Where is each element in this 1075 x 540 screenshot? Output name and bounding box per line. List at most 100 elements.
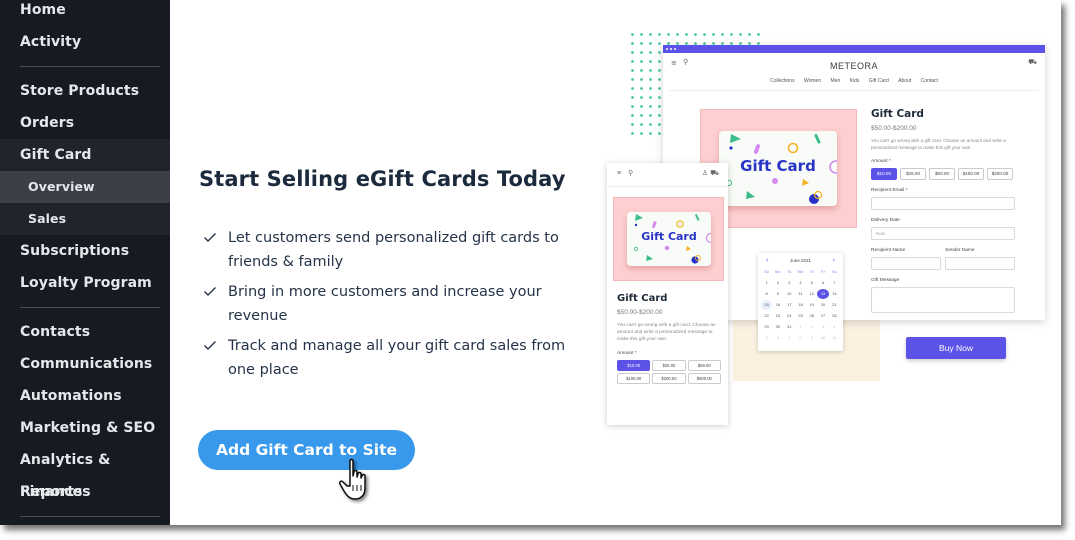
calendar-day: 31 — [786, 324, 792, 329]
calendar-day: 10 — [786, 291, 792, 296]
sender-name-field — [945, 257, 1015, 270]
product-price: $50.00-$200.00 — [871, 125, 917, 132]
calendar-day: 5 — [810, 280, 813, 285]
calendar-day: 10 — [820, 335, 826, 340]
recipient-name-label: Recipient Name — [871, 248, 906, 253]
calendar-day: 20 — [820, 302, 826, 307]
recipient-name-field — [871, 257, 941, 270]
sidebar-divider — [20, 516, 160, 517]
sidebar-item-contacts[interactable]: Contacts — [0, 316, 170, 348]
nav-item: Gift Card — [868, 78, 889, 84]
amount-label: Amount * — [617, 351, 637, 356]
store-header: ≡ ⚲ METEORA Collections Women Men Kids G… — [669, 53, 1039, 91]
sidebar-divider — [20, 307, 160, 308]
calendar-day: 12 — [809, 291, 814, 296]
product-details: Gift Card $50.00-$200.00 You can't go wr… — [871, 108, 1031, 313]
search-icon: ⚲ — [628, 170, 634, 177]
calendar-day: 8 — [765, 291, 768, 296]
calendar-day: 5 — [765, 335, 768, 340]
recipient-email-field — [871, 197, 1015, 210]
calendar-day: 29 — [764, 324, 769, 329]
calendar-weekday: Mo — [775, 269, 781, 274]
amount-option: $200.00 — [987, 168, 1013, 180]
sidebar-item-loyalty-program[interactable]: Loyalty Program — [0, 267, 170, 299]
amount-option: $500.00 — [687, 373, 721, 384]
sidebar-item-overview[interactable]: Overview — [0, 171, 170, 203]
cart-icon: ⛟ — [710, 170, 719, 177]
amount-option: $25.00 — [652, 360, 686, 371]
mobile-header: ≡ ⚲ ♙ ⛟ — [607, 163, 728, 187]
user-icon: ♙ — [701, 170, 708, 177]
sidebar-item-marketing-seo[interactable]: Marketing & SEO — [0, 412, 170, 444]
menu-icon: ≡ — [617, 170, 622, 177]
sidebar-item-activity[interactable]: Activity — [0, 26, 170, 58]
sidebar-item-finances[interactable]: Finances — [0, 476, 170, 508]
gift-card-text: Gift Card — [641, 230, 697, 243]
sidebar-item-sales[interactable]: Sales — [0, 203, 170, 235]
product-image-bg: Gift Card — [613, 197, 724, 281]
gift-card-image: Gift Card — [719, 131, 837, 206]
calendar-day: 21 — [832, 302, 837, 307]
nav-item: Contact — [920, 78, 938, 84]
calendar-day: 9 — [810, 335, 813, 340]
amount-options: $10.00 $25.00 $50.00 $100.00 $200.00 — [871, 168, 1031, 180]
product-title: Gift Card — [871, 108, 924, 120]
calendar-day: 19 — [809, 302, 814, 307]
calendar-header: ‹ June 2021 › — [758, 253, 843, 267]
calendar-day: 26 — [809, 313, 814, 318]
gift-message-label: Gift Message — [871, 278, 900, 283]
sidebar-item-home[interactable]: Home — [0, 0, 170, 26]
main-content: Start Selling eGift Cards Today Let cust… — [170, 0, 1061, 525]
calendar-day: 3 — [821, 324, 825, 329]
gift-card-illustration: ≡ ⚲ METEORA Collections Women Men Kids G… — [170, 0, 1061, 525]
calendar-day: 4 — [833, 324, 836, 329]
product-price: $50.00-$200.00 — [617, 309, 663, 316]
product-title: Gift Card — [617, 293, 668, 304]
nav-item: Men — [830, 78, 841, 84]
amount-option: $100.00 — [958, 168, 984, 180]
delivery-date-label: Delivery Date — [871, 218, 900, 223]
sidebar-item-analytics-reports[interactable]: Analytics & Reports — [0, 444, 170, 500]
calendar-day: 4 — [799, 280, 802, 285]
calendar-weekday: Th — [809, 269, 815, 274]
calendar-day: 2 — [810, 324, 813, 329]
sidebar-item-orders[interactable]: Orders — [0, 107, 170, 139]
calendar-day: 7 — [833, 280, 836, 285]
product-description: You can't go wrong with a gift card. Cho… — [617, 323, 716, 342]
gift-card-text: Gift Card — [740, 157, 816, 175]
sender-name-label: Sender Name — [945, 248, 975, 253]
amount-option: $10.00 — [617, 360, 651, 371]
calendar-day: 16 — [775, 302, 781, 307]
sidebar-item-communications[interactable]: Communications — [0, 348, 170, 380]
delivery-date-field: Now — [871, 227, 1015, 240]
amount-option: $100.00 — [617, 373, 651, 384]
sidebar-item-subscriptions[interactable]: Subscriptions — [0, 235, 170, 267]
amount-options: $10.00 $25.00 $50.00 $100.00 $200.00 $50… — [617, 360, 721, 384]
calendar-day: 6 — [821, 280, 825, 285]
calendar-month: June 2021 — [789, 258, 812, 263]
browser-bar — [663, 45, 1045, 53]
calendar-day: 1 — [799, 324, 802, 329]
calendar-weekday: We — [797, 269, 804, 274]
sidebar-item-gift-card[interactable]: Gift Card — [0, 139, 170, 171]
calendar-day: 1 — [765, 280, 768, 285]
app-window: Home Activity Store Products Orders Gift… — [0, 0, 1061, 525]
store-nav: Collections Women Men Kids Gift Card Abo… — [669, 78, 1039, 84]
sidebar-item-store-products[interactable]: Store Products — [0, 75, 170, 107]
calendar-day: 11 — [832, 335, 837, 340]
amount-label: Amount * — [871, 159, 891, 164]
recipient-email-label: Recipient Email * — [871, 188, 908, 193]
cart-icon: ⛟ — [1028, 58, 1037, 66]
calendar-day: 14 — [832, 291, 837, 296]
amount-option: $50.00 — [929, 168, 955, 180]
sidebar-item-automations[interactable]: Automations — [0, 380, 170, 412]
store-brand: METEORA — [829, 61, 878, 71]
calendar-day: 22 — [764, 313, 769, 318]
amount-option: $200.00 — [652, 373, 686, 384]
calendar-day: 25 — [798, 313, 803, 318]
mobile-store-mockup: ≡ ⚲ ♙ ⛟ Gift Card Gift Card $50.00-$200.… — [607, 163, 728, 425]
calendar-day: 13 — [817, 289, 829, 299]
calendar-popup: ‹ June 2021 › Su Mo Tu We Th Fr Sa 1 2 3 4 5 6 7 8 9 10 1… — [758, 253, 843, 351]
amount-option: $50.00 — [687, 360, 721, 371]
sidebar: Home Activity Store Products Orders Gift… — [0, 0, 170, 525]
